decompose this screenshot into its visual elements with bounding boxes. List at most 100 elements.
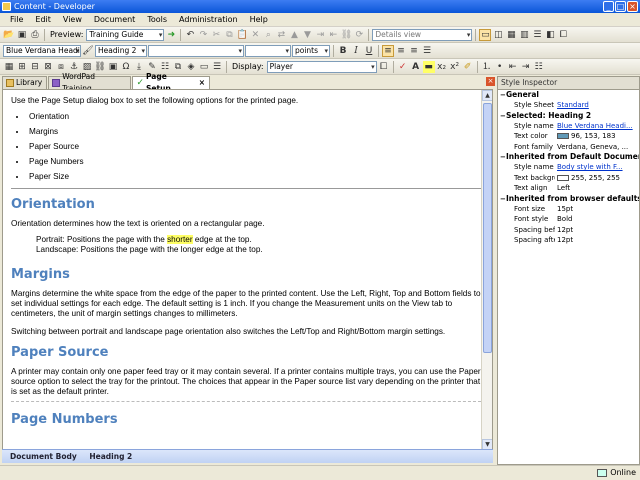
link-icon[interactable]: ⛓: [340, 29, 352, 41]
save-icon[interactable]: ▣: [16, 29, 28, 41]
display-options-icon[interactable]: ⧠: [378, 61, 390, 73]
find-icon[interactable]: ⌕: [262, 29, 274, 41]
section-browser-defaults[interactable]: −Inherited from browser defaults: [498, 194, 639, 204]
delete-icon[interactable]: ✕: [249, 29, 261, 41]
window-titlebar: Content - Developer _ □ ×: [0, 0, 640, 13]
path-item-heading-2[interactable]: Heading 2: [89, 452, 132, 461]
list-item: Paper Source: [27, 142, 481, 152]
layout-single-icon[interactable]: ▭: [479, 28, 492, 41]
close-button[interactable]: ×: [627, 1, 638, 12]
insert-column-icon[interactable]: ⊟: [29, 61, 41, 73]
document-editor[interactable]: Use the Page Setup dialog box to set the…: [2, 89, 493, 461]
tab-wordpad-training[interactable]: WordPad Training: [48, 72, 132, 93]
body-style-link[interactable]: Body style with F...: [555, 162, 639, 173]
print-icon[interactable]: ⎙: [29, 29, 41, 41]
close-inspector-icon[interactable]: ×: [486, 77, 495, 86]
italic-button[interactable]: I: [350, 45, 362, 57]
units-select[interactable]: points: [292, 44, 330, 57]
bullet-list-icon[interactable]: •: [494, 61, 506, 73]
stylesheet-link[interactable]: Standard: [555, 100, 639, 111]
connection-status: Online: [597, 468, 636, 477]
layout-panel-icon[interactable]: ◧: [544, 29, 556, 41]
list-options-icon[interactable]: ☷: [533, 61, 545, 73]
menu-document[interactable]: Document: [88, 13, 141, 27]
layout-list-icon[interactable]: ☰: [531, 29, 543, 41]
toolbar-separator: [475, 28, 477, 41]
section-selected[interactable]: −Selected: Heading 2: [498, 111, 639, 121]
prop-row: Text align Left: [514, 184, 571, 192]
menu-file[interactable]: File: [4, 13, 29, 27]
document-content[interactable]: Use the Page Setup dialog box to set the…: [11, 96, 481, 434]
font-color-icon[interactable]: A: [410, 61, 422, 73]
subscript-icon[interactable]: x₂: [436, 61, 448, 73]
copy-icon[interactable]: ⧉: [223, 29, 235, 41]
refresh-icon[interactable]: ⟳: [353, 29, 365, 41]
tab-page-setup[interactable]: ✓ Page Setup ×: [132, 72, 210, 93]
section-inherited-body[interactable]: −Inherited from Default Document Bod: [498, 152, 639, 162]
align-center-icon[interactable]: ≡: [395, 45, 407, 57]
menu-help[interactable]: Help: [244, 13, 274, 27]
layout-grid-icon[interactable]: ▦: [505, 29, 517, 41]
align-right-icon[interactable]: ≡: [408, 45, 420, 57]
replace-icon[interactable]: ⇄: [275, 29, 287, 41]
prop-row: Text color 96, 153, 183: [514, 132, 616, 140]
minimize-button[interactable]: _: [603, 1, 614, 12]
highlight-icon[interactable]: ▬: [422, 60, 435, 73]
underline-button[interactable]: U: [363, 45, 375, 57]
preview-select[interactable]: Training Guide: [86, 28, 165, 41]
style-name-link[interactable]: Blue Verdana Headi...: [555, 121, 639, 132]
decrease-indent-icon[interactable]: ⇤: [507, 61, 519, 73]
superscript-icon[interactable]: x²: [449, 61, 461, 73]
path-item-document-body[interactable]: Document Body: [10, 452, 77, 461]
menu-bar: File Edit View Document Tools Administra…: [0, 13, 640, 27]
align-left-icon[interactable]: ≡: [382, 44, 394, 57]
color-swatch: [557, 174, 569, 181]
maximize-button[interactable]: □: [615, 1, 626, 12]
menu-administration[interactable]: Administration: [173, 13, 244, 27]
style-brush-icon[interactable]: 🖌: [82, 45, 94, 57]
align-justify-icon[interactable]: ☰: [421, 45, 433, 57]
size-select[interactable]: [245, 44, 291, 57]
undo-icon[interactable]: ↶: [184, 29, 196, 41]
table-icon[interactable]: ▦: [3, 61, 15, 73]
display-select[interactable]: Player: [266, 60, 377, 73]
cut-icon[interactable]: ✂: [210, 29, 222, 41]
eraser-icon[interactable]: ✐: [462, 61, 474, 73]
style-select[interactable]: Blue Verdana Headi...: [3, 44, 81, 57]
close-tab-icon[interactable]: ×: [199, 77, 205, 89]
numbered-list-icon[interactable]: ⒈: [481, 61, 493, 73]
view-mode-select[interactable]: Details view: [372, 28, 473, 41]
redo-icon[interactable]: ↷: [197, 29, 209, 41]
font-select[interactable]: [148, 44, 244, 57]
editor-scrollbar[interactable]: ▲ ▼: [481, 90, 492, 450]
bold-button[interactable]: B: [337, 45, 349, 57]
section-general[interactable]: −General: [498, 90, 639, 100]
heading-select[interactable]: Heading 2: [95, 44, 147, 57]
menu-edit[interactable]: Edit: [29, 13, 57, 27]
tab-library[interactable]: Library: [2, 76, 48, 89]
menu-tools[interactable]: Tools: [141, 13, 173, 27]
glossary-icon[interactable]: ☰: [211, 61, 223, 73]
spellcheck-icon[interactable]: ✓: [397, 61, 409, 73]
prop-row: Text background c255, 255, 255: [514, 173, 620, 182]
layout-split-icon[interactable]: ◫: [492, 29, 504, 41]
increase-indent-icon[interactable]: ⇥: [520, 61, 532, 73]
layout-columns-icon[interactable]: ▥: [518, 29, 530, 41]
delete-row-icon[interactable]: ⊠: [42, 61, 54, 73]
menu-view[interactable]: View: [57, 13, 88, 27]
layout-full-icon[interactable]: ⧠: [557, 29, 569, 41]
inspector-title-bar: Style Inspector: [498, 77, 639, 90]
move-up-icon[interactable]: ▲: [288, 29, 300, 41]
color-swatch: [557, 133, 569, 139]
outdent-icon[interactable]: ⇤: [327, 29, 339, 41]
scroll-up-icon[interactable]: ▲: [482, 90, 492, 101]
page-break-icon[interactable]: ⤓: [133, 61, 145, 73]
paste-icon[interactable]: 📋: [236, 29, 248, 41]
scroll-thumb[interactable]: [483, 103, 492, 353]
indent-icon[interactable]: ⇥: [314, 29, 326, 41]
hr-icon[interactable]: ▭: [198, 61, 210, 73]
open-folder-icon[interactable]: 📂: [3, 29, 15, 41]
go-arrow-icon[interactable]: ➜: [165, 29, 177, 41]
insert-row-icon[interactable]: ⊞: [16, 61, 28, 73]
move-down-icon[interactable]: ▼: [301, 29, 313, 41]
